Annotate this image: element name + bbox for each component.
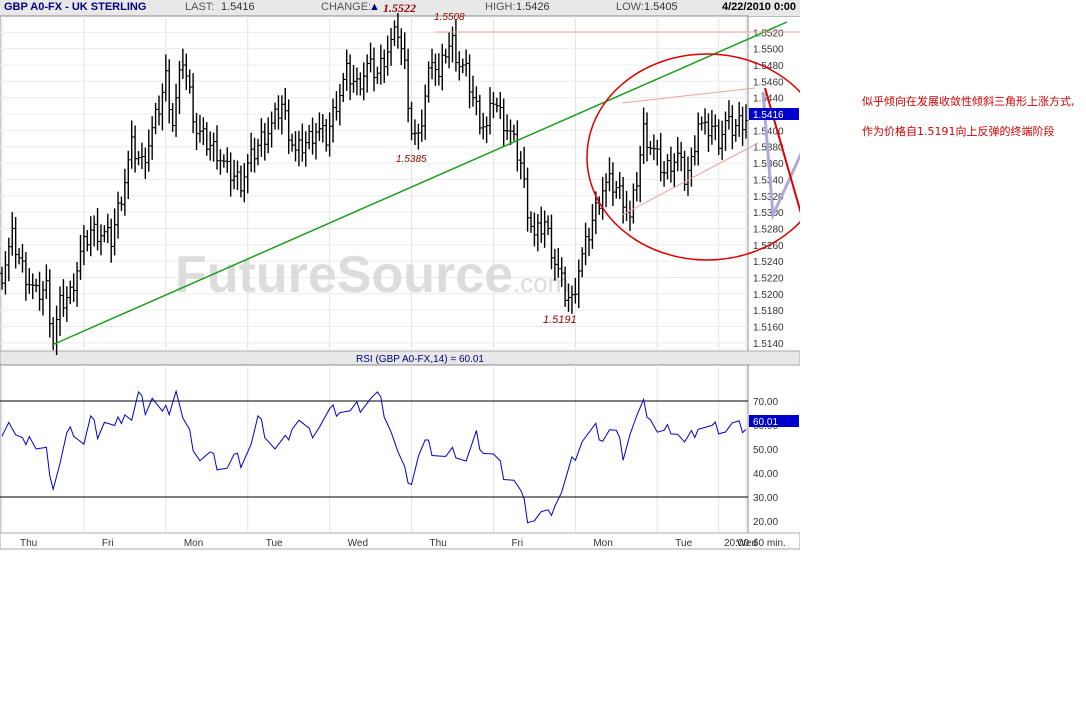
x-tick: Mon <box>184 538 203 549</box>
price-y-tick: 1.5480 <box>753 61 784 72</box>
price-y-tick: 1.5300 <box>753 208 784 219</box>
x-tick: Thu <box>430 538 447 549</box>
price-chart: FutureSource .com 1.55201.55001.54801.54… <box>0 12 800 550</box>
rsi-y-tick: 40.00 <box>753 469 778 480</box>
rsi-y-tick: 20.00 <box>753 517 778 528</box>
price-y-tick: 1.5460 <box>753 77 784 88</box>
last-price-tag-text: 1.5416 <box>753 110 784 121</box>
rsi-plot-area <box>0 364 749 534</box>
price-y-axis: 1.55201.55001.54801.54601.54401.54201.54… <box>753 28 784 349</box>
price-y-tick: 1.5280 <box>753 224 784 235</box>
last-rsi-tag-text: 60.01 <box>753 417 778 428</box>
note-line-2: 作为价格自1.5191向上反弹的终端阶段 <box>862 125 1055 138</box>
price-y-tick: 1.5200 <box>753 290 784 301</box>
price-y-tick: 1.5140 <box>753 339 784 350</box>
x-tick: Thu <box>20 538 37 549</box>
rsi-y-tick: 30.00 <box>753 493 778 504</box>
watermark-suffix: .com <box>513 268 569 298</box>
rsi-y-tick: 50.00 <box>753 445 778 456</box>
x-tick: Tue <box>266 538 283 549</box>
major-low-label: 1.5191 <box>543 314 577 326</box>
rsi-y-tick: 70.00 <box>753 397 778 408</box>
x-tick: Fri <box>102 538 114 549</box>
x-tick: Mon <box>593 538 612 549</box>
peak-2-label: 1.5508 <box>434 12 465 23</box>
analysis-notes: 似乎倾向在发展收敛性倾斜三角形上涨方式, 作为价格自1.5191向上反弹的终端阶… <box>862 94 1077 154</box>
price-y-tick: 1.5500 <box>753 45 784 56</box>
x-tick: Wed <box>348 538 368 549</box>
x-tick: Fri <box>511 538 523 549</box>
watermark: FutureSource <box>175 246 513 304</box>
rsi-title: RSI (GBP A0-FX,14) = 60.01 <box>356 354 484 365</box>
x-tick: Tue <box>675 538 692 549</box>
note-line-1: 似乎倾向在发展收敛性倾斜三角形上涨方式, <box>862 95 1075 108</box>
interval-label: 60 min. <box>753 538 786 549</box>
price-y-tick: 1.5180 <box>753 306 784 317</box>
price-y-tick: 1.5220 <box>753 273 784 284</box>
x-tick: 20:00 <box>724 538 749 549</box>
price-y-tick: 1.5160 <box>753 322 784 333</box>
chart-container: GBP A0-FX - UK STERLING LAST: 1.5416 CHA… <box>0 0 800 550</box>
mid-low-label: 1.5385 <box>396 154 427 165</box>
price-y-tick: 1.5240 <box>753 257 784 268</box>
